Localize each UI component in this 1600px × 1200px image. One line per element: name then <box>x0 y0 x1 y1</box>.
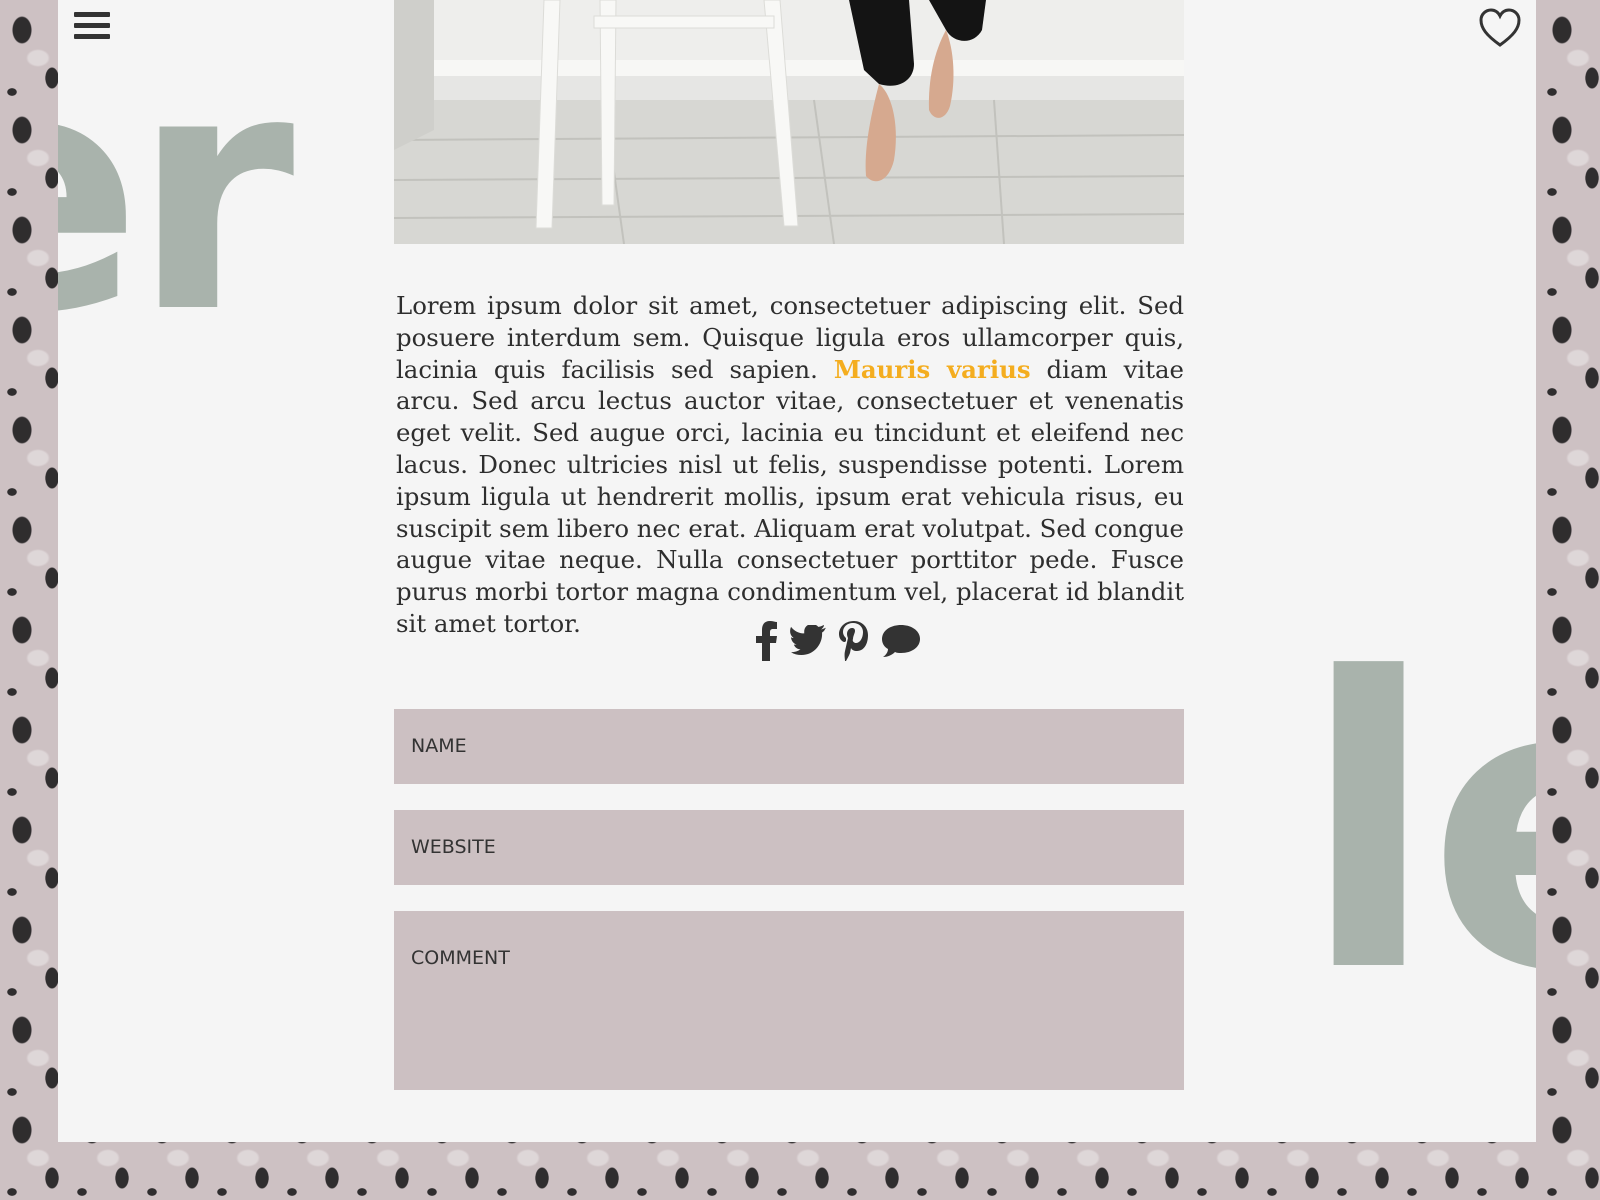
twitter-icon[interactable] <box>790 625 826 657</box>
decorative-letters-left: er <box>58 1 295 385</box>
article-paragraph: Lorem ipsum dolor sit amet, consectetuer… <box>396 290 1184 640</box>
article-body: Lorem ipsum dolor sit amet, consectetuer… <box>396 290 1184 640</box>
share-icons <box>756 616 956 666</box>
comment-icon[interactable] <box>880 622 922 660</box>
decorative-letters-right: le <box>1300 595 1536 1060</box>
website-field[interactable]: WEBSITE <box>394 810 1184 885</box>
article-photo <box>394 0 1184 244</box>
content-panel: er le Lorem ipsum dolor sit amet, consec… <box>58 0 1536 1142</box>
facebook-icon[interactable] <box>756 621 778 661</box>
comment-field[interactable]: COMMENT <box>394 911 1184 1090</box>
heart-icon[interactable] <box>1478 8 1522 48</box>
pinterest-icon[interactable] <box>838 621 868 661</box>
article-text-end: diam vitae arcu. Sed arcu lectus auctor … <box>396 354 1184 638</box>
name-field[interactable]: NAME <box>394 709 1184 784</box>
highlight-link[interactable]: Mauris varius <box>834 355 1031 384</box>
